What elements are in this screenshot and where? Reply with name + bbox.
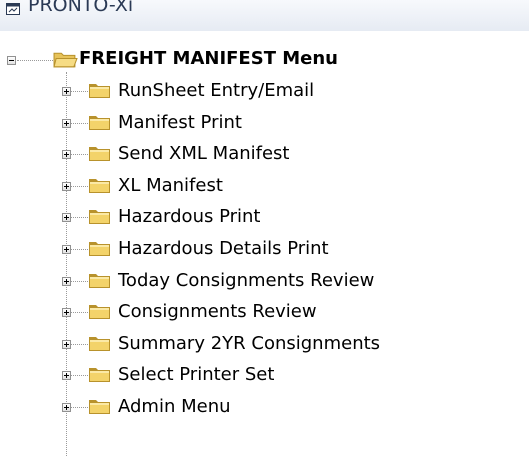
tree-item[interactable]: Consignments Review: [0, 299, 529, 325]
tree-item-label: XL Manifest: [118, 175, 223, 196]
tree-item-label: Hazardous Print: [118, 206, 261, 227]
expand-toggle-icon[interactable]: [62, 87, 71, 96]
tree-item-label: Manifest Print: [118, 112, 242, 133]
tree-item[interactable]: Manifest Print: [0, 110, 529, 136]
open-folder-icon: [53, 52, 78, 68]
expand-toggle-icon[interactable]: [62, 150, 71, 159]
tree-item[interactable]: Hazardous Print: [0, 204, 529, 230]
expand-toggle-icon[interactable]: [62, 277, 71, 286]
folder-icon: [89, 368, 110, 382]
tree-root-label[interactable]: FREIGHT MANIFEST Menu: [79, 47, 338, 71]
expand-toggle-icon[interactable]: [62, 403, 71, 412]
folder-icon: [89, 210, 110, 224]
tree-item-label: Summary 2YR Consignments: [118, 333, 381, 354]
root-connector-line: [17, 60, 53, 61]
expand-toggle-icon[interactable]: [62, 213, 71, 222]
folder-icon: [89, 84, 110, 98]
folder-icon: [89, 337, 110, 351]
tree-item-label: Consignments Review: [118, 301, 317, 322]
expand-toggle-icon[interactable]: [62, 371, 71, 380]
folder-icon: [89, 400, 110, 414]
folder-icon: [89, 305, 110, 319]
tree-item-label: Today Consignments Review: [118, 270, 375, 291]
tree-item-label: RunSheet Entry/Email: [118, 80, 315, 101]
expand-toggle-icon[interactable]: [62, 340, 71, 349]
tree-item[interactable]: RunSheet Entry/Email: [0, 78, 529, 104]
tree-item[interactable]: XL Manifest: [0, 173, 529, 199]
tree-item[interactable]: Today Consignments Review: [0, 268, 529, 294]
expand-toggle-icon[interactable]: [62, 119, 71, 128]
folder-icon: [89, 179, 110, 193]
tree-item[interactable]: Summary 2YR Consignments: [0, 331, 529, 357]
tree-item-label: Send XML Manifest: [118, 143, 290, 164]
tree-item[interactable]: Hazardous Details Print: [0, 236, 529, 262]
folder-icon: [89, 116, 110, 130]
expand-toggle-icon[interactable]: [62, 245, 71, 254]
collapse-toggle-icon[interactable]: [7, 56, 16, 65]
folder-icon: [89, 274, 110, 288]
tree-item-label: Hazardous Details Print: [118, 238, 329, 259]
menu-tree: FREIGHT MANIFEST Menu RunSheet Entry/Ema…: [0, 0, 529, 465]
tree-item-label: Admin Menu: [118, 396, 231, 417]
tree-item[interactable]: Admin Menu: [0, 394, 529, 420]
tree-item[interactable]: Send XML Manifest: [0, 141, 529, 167]
expand-toggle-icon[interactable]: [62, 308, 71, 317]
tree-item-label: Select Printer Set: [118, 364, 275, 385]
folder-icon: [89, 147, 110, 161]
tree-item[interactable]: Select Printer Set: [0, 362, 529, 388]
expand-toggle-icon[interactable]: [62, 182, 71, 191]
folder-icon: [89, 242, 110, 256]
